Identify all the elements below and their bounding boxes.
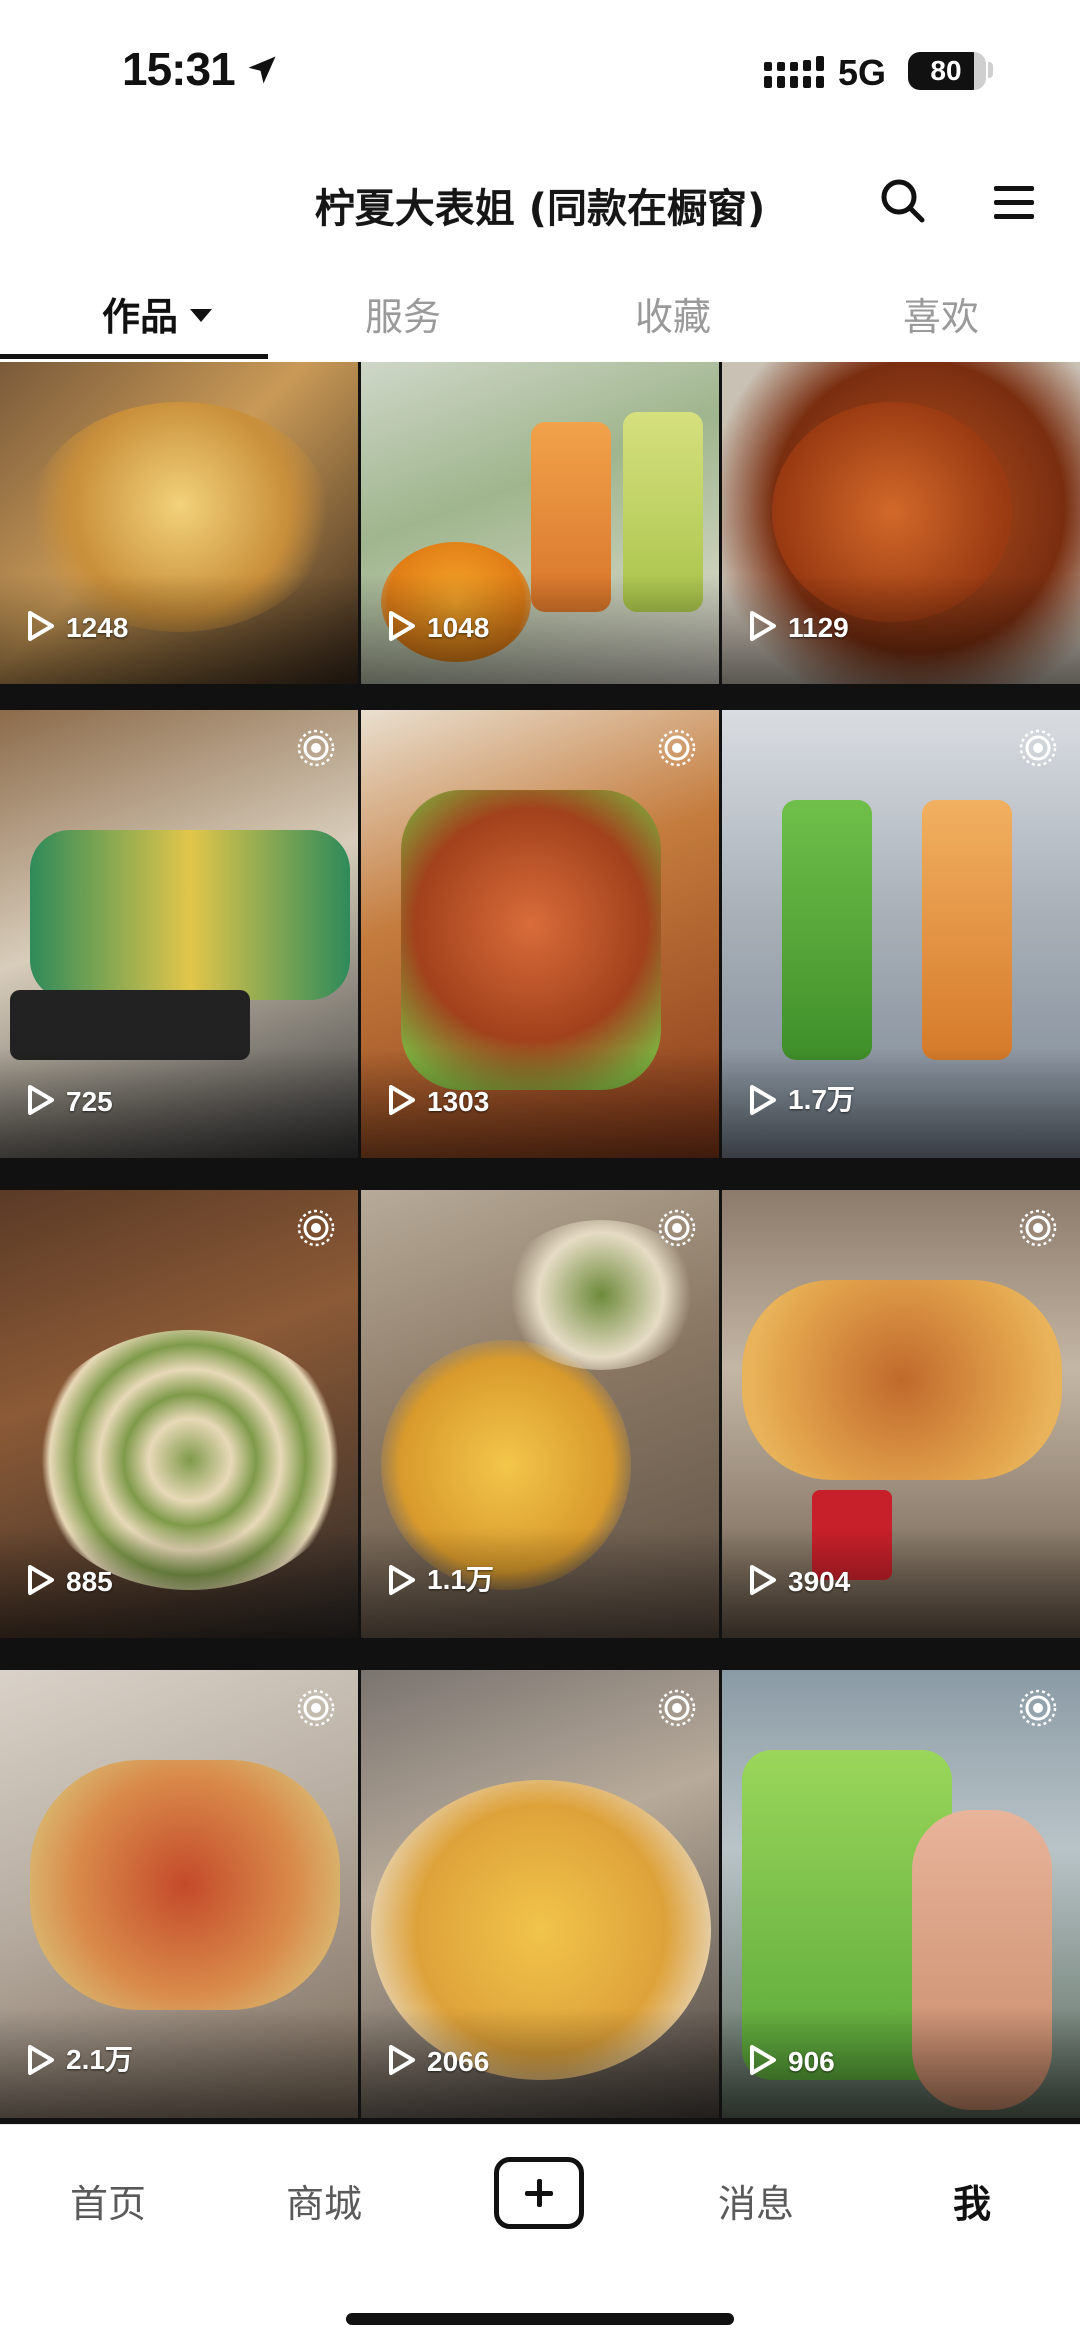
live-photo-icon [1019, 1689, 1057, 1727]
tab-works[interactable]: 作品 [22, 286, 292, 341]
tab-favorites[interactable]: 收藏 [538, 286, 808, 341]
video-thumbnail[interactable]: 1248 [0, 362, 358, 684]
view-count: 1.7万 [788, 1084, 855, 1115]
kite-image [30, 830, 350, 1000]
view-count: 885 [66, 1566, 113, 1597]
video-thumbnail[interactable]: 3904 [722, 1190, 1080, 1638]
play-icon [28, 1085, 54, 1115]
play-icon [750, 1085, 776, 1115]
active-tab-indicator [0, 354, 268, 359]
play-icon [28, 1565, 54, 1595]
hamburger-menu-icon[interactable] [990, 180, 1038, 224]
nav-mall[interactable]: 商城 [244, 2173, 404, 2228]
caret-down-icon [190, 309, 212, 322]
battery-remaining [974, 52, 986, 90]
view-count: 2066 [427, 2046, 490, 2077]
view-count: 1303 [427, 1086, 490, 1117]
video-thumbnail[interactable]: 1303 [361, 710, 719, 1158]
tab-services[interactable]: 服务 [268, 286, 538, 341]
video-thumbnail[interactable]: 1129 [722, 362, 1080, 684]
nav-messages[interactable]: 消息 [676, 2173, 836, 2228]
view-count: 1.1万 [427, 1564, 494, 1595]
play-icon [389, 1085, 415, 1115]
video-thumbnail[interactable]: 1.1万 [361, 1190, 719, 1638]
status-bar: 15:31 5G 80 [0, 0, 1080, 140]
search-icon[interactable] [878, 176, 928, 226]
live-photo-icon [297, 1209, 335, 1247]
status-time: 15:31 [122, 43, 236, 95]
nav-home[interactable]: 首页 [28, 2173, 188, 2228]
burger-image [742, 1280, 1062, 1480]
live-photo-icon [658, 729, 696, 767]
location-arrow-icon [248, 56, 276, 84]
juice-bottle-image [922, 800, 1012, 1060]
live-photo-icon [658, 1209, 696, 1247]
view-count: 1129 [788, 612, 849, 643]
play-icon [28, 2045, 54, 2075]
bottom-navigation: 首页 商城 消息 我 [0, 2124, 1080, 2341]
view-count: 2.1万 [66, 2044, 133, 2075]
play-icon [750, 1565, 776, 1595]
video-thumbnail[interactable]: 725 [0, 710, 358, 1158]
view-count: 725 [66, 1086, 113, 1117]
burger-image [30, 1760, 340, 2010]
view-count: 1048 [427, 612, 490, 643]
network-type: 5G [838, 52, 887, 93]
battery-level: 80 [908, 52, 984, 90]
video-grid: 1248 1048 1129 725 1303 1.7万 885 1.1万 39… [0, 362, 1080, 2124]
video-thumbnail[interactable]: 885 [0, 1190, 358, 1638]
food-image [401, 790, 661, 1090]
view-count: 906 [788, 2046, 835, 2077]
view-count: 1248 [66, 612, 129, 643]
video-thumbnail[interactable]: 1.7万 [722, 710, 1080, 1158]
live-photo-icon [297, 729, 335, 767]
video-thumbnail[interactable]: 2066 [361, 1670, 719, 2118]
live-photo-icon [1019, 1209, 1057, 1247]
video-thumbnail[interactable]: 906 [722, 1670, 1080, 2118]
play-icon [28, 611, 54, 641]
video-thumbnail[interactable]: 2.1万 [0, 1670, 358, 2118]
live-photo-icon [297, 1689, 335, 1727]
juice-bottle-image [782, 800, 872, 1060]
live-photo-icon [658, 1689, 696, 1727]
create-post-button[interactable] [494, 2157, 584, 2229]
nav-me[interactable]: 我 [892, 2173, 1052, 2228]
play-icon [389, 611, 415, 641]
play-icon [750, 2045, 776, 2075]
profile-tabs: 作品 服务 收藏 喜欢 [0, 270, 1080, 360]
play-icon [389, 1565, 415, 1595]
home-indicator[interactable] [346, 2313, 734, 2325]
view-count: 3904 [788, 1566, 851, 1597]
battery-tip [988, 62, 993, 78]
cellular-signal-icon [764, 56, 824, 88]
tab-works-label: 作品 [101, 295, 178, 339]
live-photo-icon [1019, 729, 1057, 767]
play-icon [750, 611, 776, 641]
video-thumbnail[interactable]: 1048 [361, 362, 719, 684]
play-icon [389, 2045, 415, 2075]
tab-likes[interactable]: 喜欢 [806, 286, 1076, 341]
